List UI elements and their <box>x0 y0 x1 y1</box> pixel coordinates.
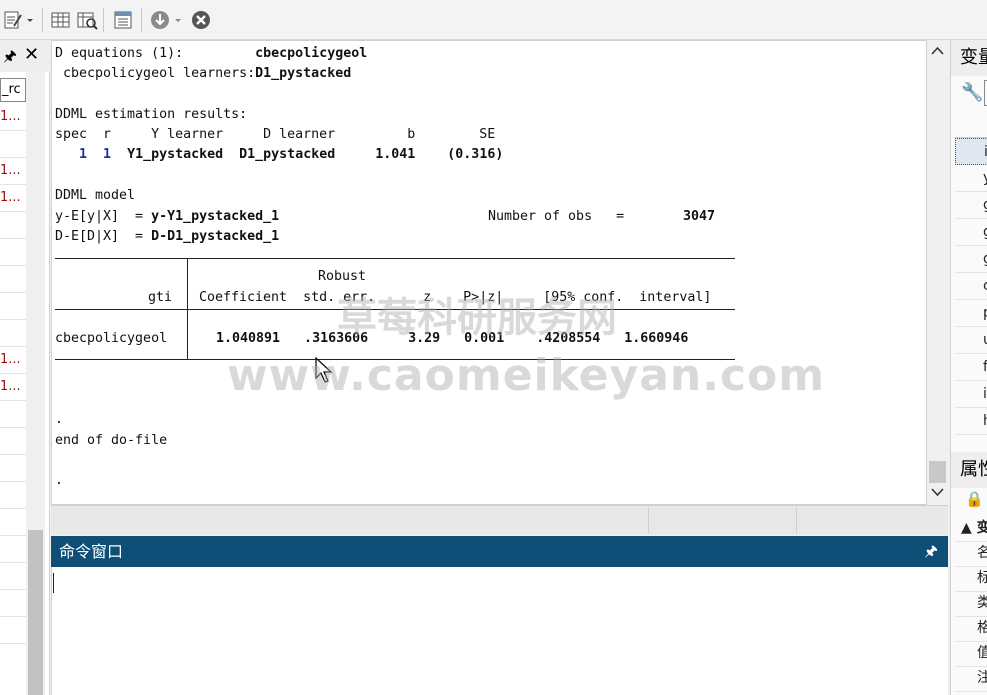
history-row[interactable] <box>0 266 26 293</box>
property-row[interactable]: ▲ 变 <box>955 515 987 542</box>
variable-row[interactable]: u <box>955 327 987 354</box>
rc-column-header[interactable]: _rc <box>0 78 26 102</box>
close-icon[interactable]: ✕ <box>24 44 39 65</box>
results-line: end of do-file <box>55 433 168 448</box>
variable-row[interactable]: i <box>955 138 987 165</box>
history-row[interactable] <box>0 509 26 536</box>
results-line: y-E[y|X] = y-Y1_pystacked_1 <box>55 209 280 224</box>
variable-row[interactable]: c <box>955 273 987 300</box>
variables-panel: 变量 🔧 iygggcpufiirh 属性 🔒 ▲ 变名标类格值注 <box>950 40 987 695</box>
results-window: D equations (1): cbecpolicygeol cbecpoli… <box>51 40 927 505</box>
command-input[interactable] <box>51 567 948 695</box>
variable-row[interactable]: p <box>955 300 987 327</box>
history-row[interactable]: 1... <box>0 104 26 131</box>
variable-row[interactable]: h <box>955 408 987 435</box>
watermark-url: www.caomeikeyan.com <box>227 350 826 401</box>
variables-column-header <box>955 112 987 138</box>
property-row[interactable]: 格 <box>955 615 987 642</box>
results-status-bar <box>51 505 948 535</box>
data-editor-icon[interactable] <box>50 9 72 31</box>
results-line: cbecpolicygeol learners:D1_pystacked <box>55 66 352 81</box>
history-row[interactable] <box>0 131 26 158</box>
history-row[interactable] <box>0 293 26 320</box>
property-row[interactable]: 注 <box>955 665 987 692</box>
scroll-up-icon[interactable] <box>931 46 944 56</box>
history-row[interactable] <box>0 401 26 428</box>
watermark-cn: 草莓科研服务网 <box>337 295 617 341</box>
variables-manager-icon[interactable] <box>112 9 134 31</box>
variable-row[interactable]: g <box>955 219 987 246</box>
results-line: DDML estimation results: <box>55 107 248 122</box>
property-row[interactable]: 标 <box>955 565 987 592</box>
toolbar <box>0 0 987 40</box>
do-file-editor-icon[interactable] <box>2 9 24 31</box>
results-scrollbar[interactable] <box>927 40 948 505</box>
table-header-var: gti <box>148 290 173 305</box>
history-panel: 🖈 ✕ _rc 1... 1... 1... 1... 1... <box>0 40 50 695</box>
table-top-rule <box>55 258 735 259</box>
results-line: . <box>55 412 64 427</box>
property-row[interactable]: 值 <box>955 640 987 667</box>
data-browser-icon[interactable] <box>76 9 98 31</box>
history-scrollbar-thumb[interactable] <box>28 530 43 695</box>
history-row[interactable] <box>0 239 26 266</box>
break-icon[interactable] <box>190 9 212 31</box>
wrench-icon[interactable]: 🔧 <box>961 82 983 103</box>
number-of-obs-label: Number of obs = <box>488 209 625 224</box>
history-row[interactable]: 1... <box>0 158 26 185</box>
text-caret <box>53 573 54 593</box>
results-line: spec r Y learner D learner b SE <box>55 127 496 142</box>
history-row[interactable] <box>0 536 26 563</box>
history-row[interactable] <box>0 320 26 347</box>
history-row[interactable]: 1... <box>0 185 26 212</box>
variable-row[interactable]: y <box>955 165 987 192</box>
variable-row[interactable]: g <box>955 246 987 273</box>
results-line: . <box>55 473 64 488</box>
property-row[interactable]: 类 <box>955 590 987 617</box>
history-row[interactable] <box>0 482 26 509</box>
history-row[interactable] <box>0 428 26 455</box>
history-row[interactable] <box>0 212 26 239</box>
chevron-down-icon[interactable] <box>24 9 36 31</box>
command-window-titlebar: 命令窗口 🖈 <box>51 536 948 567</box>
pin-icon[interactable]: 🖈 <box>924 536 938 567</box>
variable-row[interactable]: fi <box>955 354 987 381</box>
variable-row[interactable]: g <box>955 192 987 219</box>
properties-panel-title: 属性 <box>951 452 987 488</box>
results-line: D equations (1): cbecpolicygeol <box>55 46 368 61</box>
history-row[interactable] <box>0 590 26 617</box>
variable-row[interactable]: ir <box>955 381 987 408</box>
pin-icon[interactable]: 🖈 <box>3 46 17 71</box>
results-line: 1 1 Y1_pystacked D1_pystacked 1.041 (0.3… <box>55 147 504 162</box>
history-row[interactable]: 1... <box>0 374 26 401</box>
more-dropdown-icon[interactable] <box>172 9 184 31</box>
variables-panel-title: 变量 <box>951 40 987 76</box>
command-window-title: 命令窗口 <box>59 542 124 561</box>
results-line: D-E[D|X] = D-D1_pystacked_1 <box>55 229 280 244</box>
results-line: DDML model <box>55 188 136 203</box>
history-row[interactable] <box>0 617 26 644</box>
history-panel-header: 🖈 ✕ <box>0 40 50 72</box>
history-row[interactable] <box>0 563 26 590</box>
results-scrollbar-thumb[interactable] <box>929 461 946 483</box>
more-icon[interactable] <box>149 9 171 31</box>
lock-icon[interactable]: 🔒 <box>965 490 984 508</box>
table-row-var: cbecpolicygeol <box>55 331 168 346</box>
history-row[interactable] <box>0 455 26 482</box>
property-row[interactable]: 名 <box>955 540 987 567</box>
number-of-obs-value: 3047 <box>683 209 716 224</box>
scroll-down-icon[interactable] <box>931 487 944 497</box>
history-row[interactable]: 1... <box>0 347 26 374</box>
